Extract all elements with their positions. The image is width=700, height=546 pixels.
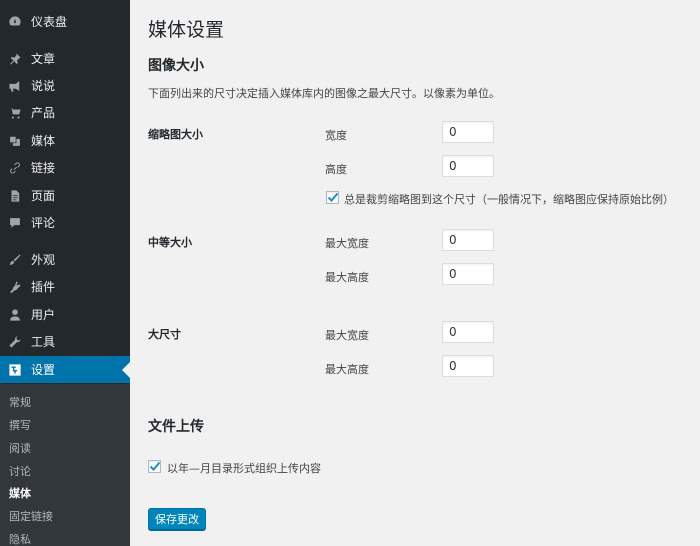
medium-max-width-input[interactable] (442, 229, 494, 251)
thumbnail-height-input[interactable] (442, 155, 494, 177)
sidebar-item-label: 外观 (31, 253, 56, 267)
sidebar-item-posts[interactable]: 文章 (0, 45, 130, 72)
medium-max-height-label: 最大高度 (325, 271, 369, 284)
submenu-item-discussion[interactable]: 讨论 (9, 463, 31, 479)
sidebar-item-comments[interactable]: 评论 (0, 209, 130, 236)
medium-max-width-label: 最大宽度 (325, 237, 369, 250)
megaphone-icon (9, 80, 20, 92)
image-sizes-description: 下面列出来的尺寸决定插入媒体库内的图像之最大尺寸。以像素为单位。 (148, 87, 500, 100)
submenu-item-writing[interactable]: 撰写 (9, 417, 31, 433)
thumbnail-crop-checkbox[interactable] (326, 191, 339, 204)
sidebar-item-label: 文章 (31, 52, 56, 66)
sidebar-item-label: 页面 (31, 189, 56, 203)
sidebar-item-appearance[interactable]: 外观 (0, 246, 130, 273)
submenu-item-permalinks[interactable]: 固定链接 (9, 508, 53, 524)
large-max-height-input[interactable] (442, 355, 494, 377)
sidebar-item-label: 仪表盘 (31, 15, 68, 29)
page-title: 媒体设置 (148, 19, 225, 41)
dashboard-icon (9, 15, 21, 25)
submenu-item-general[interactable]: 常规 (9, 394, 31, 410)
media-icon (10, 136, 20, 146)
sidebar-item-plugins[interactable]: 插件 (0, 273, 130, 300)
sidebar-item-label: 说说 (31, 79, 56, 93)
user-icon (10, 308, 20, 321)
thumbnail-size-label: 缩略图大小 (148, 128, 203, 141)
sidebar-item-label: 链接 (31, 161, 56, 175)
sidebar-item-label: 媒体 (31, 134, 56, 148)
organize-uploads-label: 以年—月目录形式组织上传内容 (167, 462, 321, 475)
sidebar-item-tools[interactable]: 工具 (0, 328, 130, 355)
checkmark-icon (327, 192, 339, 202)
sidebar-item-links[interactable]: 链接 (0, 154, 130, 181)
thumbnail-width-label: 宽度 (325, 129, 347, 142)
submenu-item-reading[interactable]: 阅读 (9, 440, 31, 456)
active-indicator-arrow (122, 361, 130, 378)
paintbrush-icon (9, 253, 21, 265)
image-sizes-heading: 图像大小 (148, 58, 204, 74)
comment-icon (10, 217, 20, 228)
link-icon (10, 161, 20, 174)
sidebar-item-media[interactable]: 媒体 (0, 127, 130, 154)
checkmark-icon (149, 461, 161, 471)
sidebar-item-pages[interactable]: 页面 (0, 182, 130, 209)
medium-size-label: 中等大小 (148, 236, 192, 249)
sidebar-item-label: 插件 (31, 280, 56, 294)
submenu-item-media[interactable]: 媒体 (9, 485, 31, 501)
sidebar-item-products[interactable]: 产品 (0, 99, 130, 126)
sidebar-item-label: 工具 (31, 335, 56, 349)
thumbnail-width-input[interactable] (442, 121, 494, 143)
sidebar-item-label: 用户 (31, 308, 56, 322)
large-max-width-input[interactable] (442, 321, 494, 343)
settings-content: 媒体设置 图像大小 下面列出来的尺寸决定插入媒体库内的图像之最大尺寸。以像素为单… (130, 0, 700, 546)
wrench-icon (9, 335, 21, 348)
sidebar-item-dashboard[interactable]: 仪表盘 (0, 8, 130, 35)
cart-icon (9, 107, 21, 119)
uploads-heading: 文件上传 (148, 419, 204, 435)
pushpin-icon (10, 52, 21, 65)
thumbnail-height-label: 高度 (325, 163, 347, 176)
sidebar-item-settings[interactable]: 设置 (0, 356, 130, 383)
save-changes-button[interactable]: 保存更改 (148, 508, 206, 530)
medium-max-height-input[interactable] (442, 263, 494, 285)
plugin-icon (10, 280, 21, 293)
large-size-label: 大尺寸 (148, 328, 181, 341)
submenu-item-privacy[interactable]: 隐私 (9, 531, 31, 546)
sidebar-item-users[interactable]: 用户 (0, 301, 130, 328)
large-max-height-label: 最大高度 (325, 363, 369, 376)
large-max-width-label: 最大宽度 (325, 329, 369, 342)
sidebar-item-label: 设置 (31, 363, 56, 377)
sidebar-item-label: 产品 (31, 106, 56, 120)
sidebar-item-shuoshuo[interactable]: 说说 (0, 72, 130, 99)
sidebar-item-label: 评论 (31, 216, 56, 230)
page-icon (11, 189, 20, 202)
settings-submenu: 常规 撰写 阅读 讨论 媒体 固定链接 隐私 (0, 384, 130, 546)
settings-icon (9, 363, 21, 376)
organize-uploads-checkbox[interactable] (148, 460, 161, 473)
admin-sidebar: 仪表盘 文章 说说 产品 媒体 链接 页面 评论 外观 插件 用户 工具 设置 … (0, 0, 130, 546)
thumbnail-crop-label: 总是裁剪缩略图到这个尺寸（一般情况下，缩略图应保持原始比例） (344, 193, 674, 206)
